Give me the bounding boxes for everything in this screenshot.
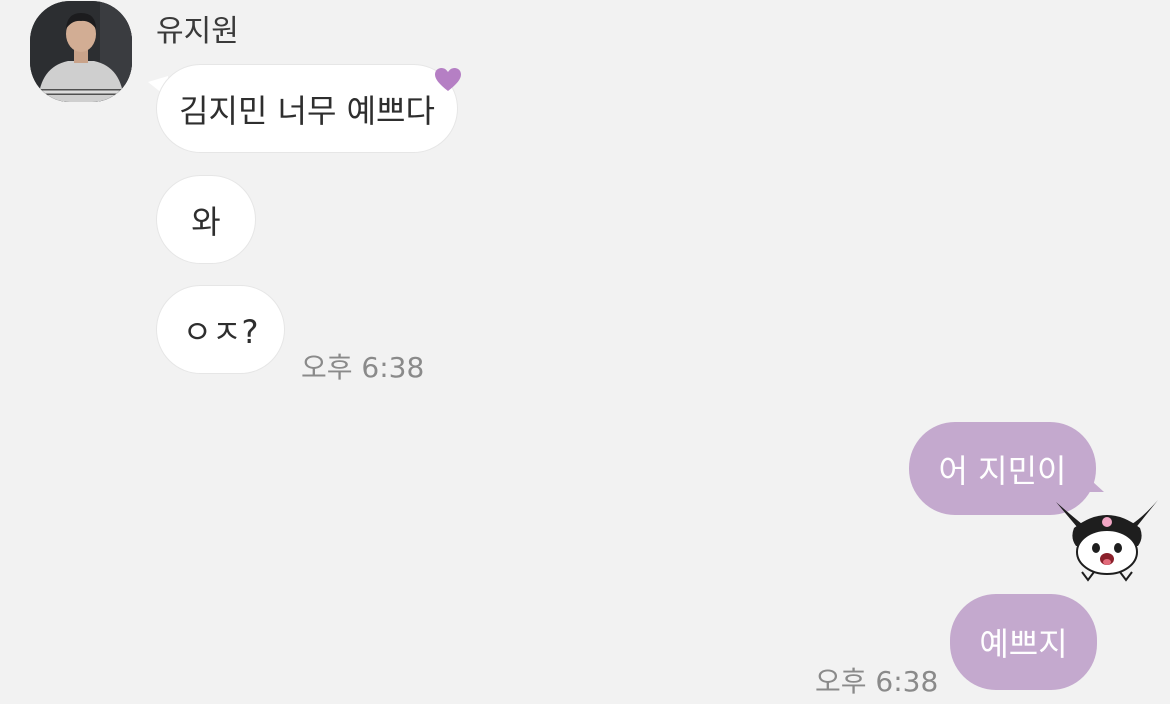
character-sticker-icon[interactable]	[1052, 494, 1162, 582]
incoming-message-2[interactable]: 와	[156, 175, 256, 264]
incoming-message-1[interactable]: 김지민 너무 예쁘다	[156, 64, 458, 153]
incoming-timestamp: 오후 6:38	[301, 351, 425, 384]
outgoing-bubble-tail	[1082, 472, 1104, 492]
message-text: 예쁘지	[979, 625, 1068, 663]
avatar-photo	[30, 1, 132, 102]
message-text: ㅇㅈ?	[182, 312, 259, 351]
message-text: 어 지민이	[938, 451, 1067, 490]
heart-icon[interactable]	[434, 67, 462, 93]
incoming-message-3[interactable]: ㅇㅈ?	[156, 285, 285, 374]
outgoing-message-2[interactable]: 예쁘지	[950, 594, 1097, 690]
outgoing-timestamp: 오후 6:38	[815, 665, 939, 698]
message-text: 와	[191, 202, 221, 241]
sender-name: 유지원	[156, 14, 239, 49]
message-text: 김지민 너무 예쁘다	[179, 91, 435, 130]
sender-avatar[interactable]	[30, 1, 132, 102]
